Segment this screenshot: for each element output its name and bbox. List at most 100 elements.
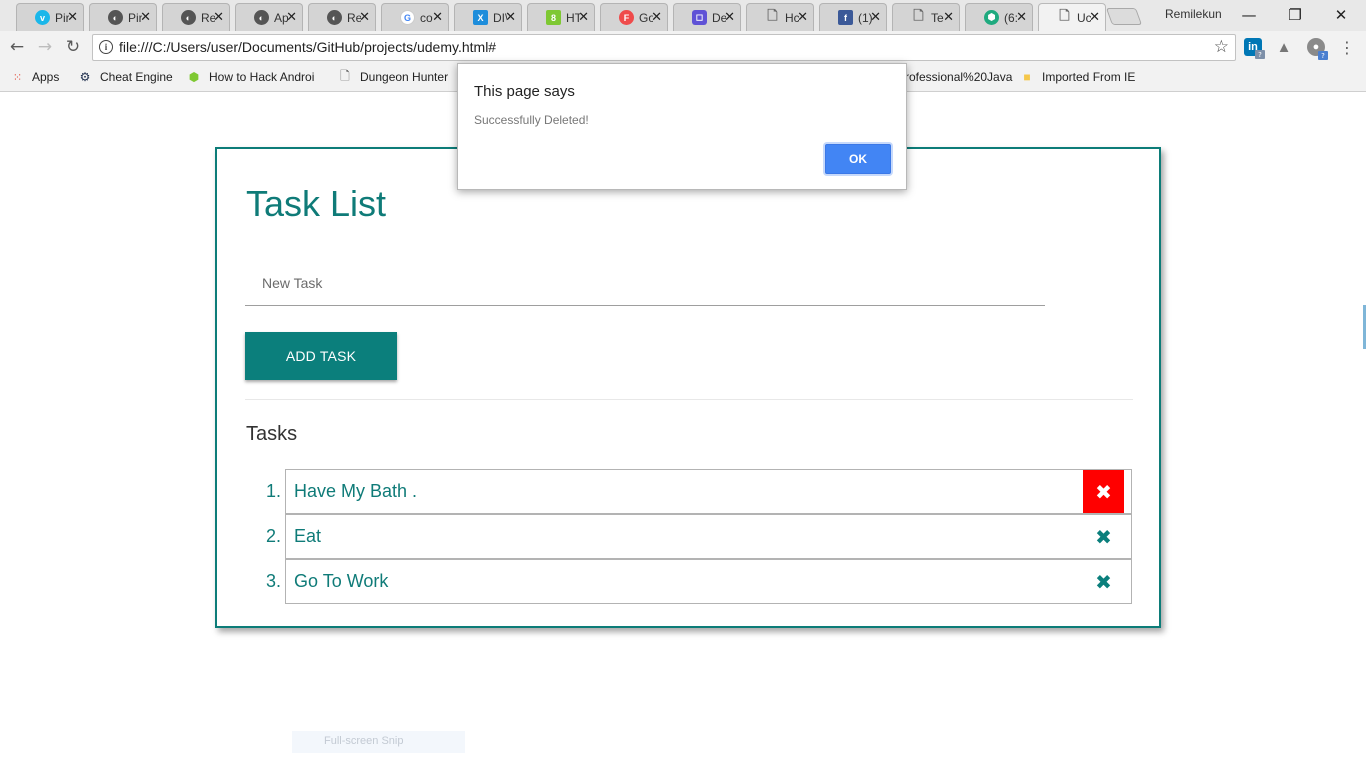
task-box: Eat ✖ [285, 514, 1132, 559]
browser-tab[interactable]: ◻ De ✕ [673, 3, 741, 31]
close-icon[interactable]: ✕ [140, 10, 151, 25]
bookmark-apps[interactable]: ⁙ Apps [10, 70, 59, 84]
close-icon[interactable]: ✕ [432, 10, 443, 25]
task-card: Task List ADD TASK Tasks 1. Have My Bath… [215, 147, 1161, 628]
drive-icon[interactable]: ▲ [1275, 38, 1293, 56]
bookmark-star-icon[interactable]: ☆ [1214, 37, 1229, 57]
close-icon[interactable]: ✕ [213, 10, 224, 25]
close-icon[interactable]: ✕ [724, 10, 735, 25]
browser-tab[interactable]: ◐ Re ✕ [162, 3, 230, 31]
close-icon[interactable]: ✕ [505, 10, 516, 25]
close-icon[interactable]: ✕ [651, 10, 662, 25]
browser-tab-active[interactable]: 🗋 Uc ✕ [1038, 3, 1106, 31]
close-icon[interactable]: ✕ [67, 10, 78, 25]
bookmark-imported-from-ie[interactable]: ■ Imported From IE [1020, 70, 1135, 84]
close-icon[interactable]: ✕ [1016, 10, 1027, 25]
bookmark-label: Cheat Engine [100, 70, 173, 84]
delete-task-icon[interactable]: ✖ [1083, 470, 1124, 513]
apps-grid-icon: ⁙ [12, 71, 22, 84]
bookmark-dungeon-hunter[interactable]: 🗋 Dungeon Hunter [338, 68, 449, 85]
task-item: 2. Eat ✖ [245, 514, 1133, 559]
page-icon: 🗋 [1059, 7, 1070, 23]
shield-icon: ◐ [327, 10, 342, 25]
new-tab-button[interactable] [1105, 8, 1143, 25]
task-box: Have My Bath . ✖ [285, 469, 1132, 514]
restore-icon[interactable]: ❐ [1272, 2, 1318, 27]
hexagon-icon: ⬢ [984, 10, 999, 25]
shield-icon: ◐ [181, 10, 196, 25]
x-icon: X [473, 10, 488, 25]
delete-task-icon[interactable]: ✖ [1083, 515, 1124, 558]
reload-icon[interactable]: ↻ [62, 36, 84, 58]
browser-tab[interactable]: 🗋 Te ✕ [892, 3, 960, 31]
browser-tab[interactable]: ◐ Pir ✕ [89, 3, 157, 31]
close-icon[interactable]: ✕ [286, 10, 297, 25]
tab-strip: v Pir ✕ ◐ Pir ✕ ◐ Re ✕ ◐ Ap ✕ ◐ Ret ✕ G … [0, 0, 1366, 31]
close-icon[interactable]: ✕ [578, 10, 589, 25]
code-icon: 8 [546, 10, 561, 25]
forward-icon[interactable]: → [34, 36, 56, 58]
task-list: 1. Have My Bath . ✖ 2. Eat ✖ 3. Go To Wo… [245, 469, 1133, 604]
back-icon[interactable]: ← [6, 36, 28, 58]
bookmark-label: Dungeon Hunter [360, 70, 449, 84]
bookmark-cheat-engine[interactable]: ⚙ Cheat Engine [78, 70, 173, 84]
task-text: Have My Bath . [294, 481, 418, 501]
facebook-icon: f [838, 10, 853, 25]
browser-tab[interactable]: G co ✕ [381, 3, 449, 31]
task-item: 3. Go To Work ✖ [245, 559, 1133, 604]
bookmark-hack-android[interactable]: ⬢ How to Hack Androi [187, 70, 317, 84]
task-number: 3. [265, 571, 281, 591]
browser-tab[interactable]: v Pir ✕ [16, 3, 84, 31]
address-bar[interactable]: i file:///C:/Users/user/Documents/GitHub… [92, 34, 1236, 61]
new-task-input[interactable] [245, 261, 1045, 306]
profile-name[interactable]: Remilekun [1165, 7, 1222, 21]
page-title: Task List [246, 183, 387, 224]
shield-icon: ◐ [108, 10, 123, 25]
dialog-title: This page says [474, 83, 575, 100]
browser-tab[interactable]: 8 HT ✕ [527, 3, 595, 31]
vimeo-icon: v [35, 10, 50, 25]
browser-tab[interactable]: ◐ Ret ✕ [308, 3, 376, 31]
bookmark-professional-java[interactable]: rofessional%20Java [905, 70, 1012, 84]
task-text: Eat [294, 526, 322, 546]
browser-tab[interactable]: 🗋 Hc ✕ [746, 3, 814, 31]
browser-tab[interactable]: ⬢ (6: ✕ [965, 3, 1033, 31]
shield-icon: ◐ [254, 10, 269, 25]
bookmark-label: Imported From IE [1042, 70, 1136, 84]
minimize-icon[interactable]: — [1226, 2, 1272, 27]
dev-icon: ◻ [692, 10, 707, 25]
page-icon: 🗋 [340, 68, 350, 83]
info-icon[interactable]: i [99, 40, 113, 54]
extension-badge: ? [1255, 50, 1265, 59]
close-icon[interactable]: ✕ [870, 10, 881, 25]
cheat-engine-icon: ⚙ [79, 70, 91, 84]
bookmark-label: How to Hack Androi [209, 70, 315, 84]
page-icon: 🗋 [913, 7, 924, 23]
task-box: Go To Work ✖ [285, 559, 1132, 604]
task-number: 1. [265, 481, 281, 501]
close-icon[interactable]: ✕ [943, 10, 954, 25]
browser-tab[interactable]: F Go ✕ [600, 3, 668, 31]
browser-tab[interactable]: ◐ Ap ✕ [235, 3, 303, 31]
tasks-heading: Tasks [246, 423, 298, 445]
browser-toolbar: ← → ↻ i file:///C:/Users/user/Documents/… [0, 31, 1366, 64]
url-text[interactable]: file:///C:/Users/user/Documents/GitHub/p… [119, 39, 496, 55]
task-text: Go To Work [294, 571, 389, 591]
add-task-button[interactable]: ADD TASK [245, 332, 397, 380]
close-icon[interactable]: ✕ [797, 10, 808, 25]
delete-task-icon[interactable]: ✖ [1083, 560, 1124, 603]
close-icon[interactable]: ✕ [359, 10, 370, 25]
task-number: 2. [265, 526, 281, 546]
browser-tab[interactable]: f (1) ✕ [819, 3, 887, 31]
bookmark-label: rofessional%20Java [905, 70, 1013, 84]
browser-tab[interactable]: X DI\ ✕ [454, 3, 522, 31]
page-icon: 🗋 [767, 7, 778, 23]
snip-overlay: Full-screen Snip [292, 731, 465, 753]
dialog-ok-button[interactable]: OK [825, 144, 891, 174]
close-icon[interactable]: ✕ [1089, 10, 1100, 25]
close-window-icon[interactable]: ✕ [1318, 2, 1364, 27]
divider [245, 399, 1133, 400]
google-icon: G [400, 10, 415, 25]
menu-dots-icon[interactable]: ⋮ [1336, 36, 1358, 58]
alert-dialog: This page says Successfully Deleted! OK [457, 63, 907, 190]
